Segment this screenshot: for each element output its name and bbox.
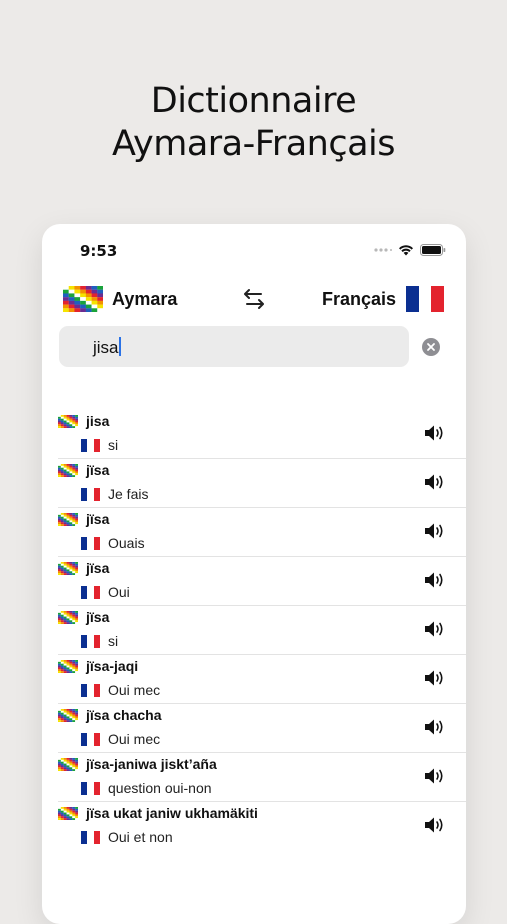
french-translation: Ouais (108, 535, 145, 551)
speaker-icon[interactable] (424, 571, 446, 589)
speaker-icon[interactable] (424, 522, 446, 540)
wiphala-flag-icon (58, 708, 78, 722)
text-caret (118, 337, 121, 356)
result-row[interactable]: jïsa ukat janiw ukhamäkiti Oui et non (58, 802, 466, 850)
french-entry: si (81, 437, 118, 453)
french-translation: Oui et non (108, 829, 173, 845)
headline-line-2: Aymara-Français (111, 124, 396, 164)
status-bar: 9:53 (42, 242, 466, 262)
french-flag-icon (81, 830, 100, 844)
search-input[interactable]: jisa (59, 326, 409, 367)
french-entry: Je fais (81, 486, 148, 502)
aymara-entry: jïsa ukat janiw ukhamäkiti (58, 805, 258, 821)
speaker-icon[interactable] (424, 473, 446, 491)
result-row[interactable]: jïsa Je fais (58, 459, 466, 508)
wiphala-flag-icon (58, 806, 78, 820)
speaker-icon[interactable] (424, 816, 446, 834)
aymara-entry: jïsa (58, 462, 109, 478)
language-bar: Aymara Français (42, 284, 466, 316)
speaker-icon[interactable] (424, 718, 446, 736)
french-flag-icon (81, 487, 100, 501)
french-translation: Oui mec (108, 682, 161, 698)
wiphala-flag-icon (58, 463, 78, 477)
aymara-entry: jisa (58, 413, 109, 429)
aymara-word: jïsa (86, 609, 110, 625)
signal-dots-icon (374, 248, 392, 252)
result-row[interactable]: jïsa chacha Oui mec (58, 704, 466, 753)
french-flag-icon (81, 732, 100, 746)
status-icons (374, 244, 446, 256)
french-entry: question oui-non (81, 780, 212, 796)
aymara-word: jïsa chacha (86, 707, 162, 723)
french-translation: Oui mec (108, 731, 161, 747)
result-row[interactable]: jïsa-jaqi Oui mec (58, 655, 466, 704)
target-language-label[interactable]: Français (322, 289, 396, 310)
aymara-entry: jïsa (58, 609, 109, 625)
french-flag-icon (81, 634, 100, 648)
french-flag-icon (81, 585, 100, 599)
aymara-entry: jïsa-jaqi (58, 658, 138, 674)
french-flag-icon (81, 683, 100, 697)
aymara-entry: jïsa (58, 511, 109, 527)
french-flag-icon[interactable] (406, 286, 445, 312)
aymara-entry: jïsa (58, 560, 109, 576)
aymara-word: jïsa (86, 462, 110, 478)
phone-screen: 9:53 Aymara Français jisa jisa si jïsa J… (42, 224, 466, 924)
aymara-word: jïsa-jaqi (86, 658, 139, 674)
app-headline: Dictionnaire Aymara-Français (0, 80, 507, 166)
battery-icon (420, 244, 446, 256)
wiphala-flag-icon (58, 512, 78, 526)
french-translation: question oui-non (108, 780, 212, 796)
results-list: jisa si jïsa Je fais jïsa Ouais jïsa Oui… (42, 410, 466, 850)
french-translation: Oui (108, 584, 130, 600)
french-entry: si (81, 633, 118, 649)
aymara-word: jïsa (86, 560, 110, 576)
speaker-icon[interactable] (424, 669, 446, 687)
result-row[interactable]: jisa si (58, 410, 466, 459)
speaker-icon[interactable] (424, 767, 446, 785)
result-row[interactable]: jïsa Ouais (58, 508, 466, 557)
french-entry: Oui (81, 584, 130, 600)
aymara-entry: jïsa-janiwa jiskt’aña (58, 756, 217, 772)
wiphala-flag-icon (58, 610, 78, 624)
french-translation: si (108, 437, 119, 453)
source-language-label[interactable]: Aymara (112, 289, 177, 310)
french-entry: Oui mec (81, 682, 160, 698)
french-translation: si (108, 633, 119, 649)
french-flag-icon (81, 536, 100, 550)
wifi-icon (399, 245, 413, 256)
aymara-word: jïsa ukat janiw ukhamäkiti (86, 805, 258, 821)
status-time: 9:53 (80, 242, 118, 260)
aymara-word: jïsa-janiwa jiskt’aña (86, 756, 217, 772)
french-entry: Ouais (81, 535, 145, 551)
aymara-word: jïsa (86, 511, 110, 527)
french-flag-icon (81, 438, 100, 452)
headline-line-1: Dictionnaire (150, 81, 357, 121)
search-input-value: jisa (93, 337, 121, 357)
aymara-entry: jïsa chacha (58, 707, 162, 723)
wiphala-flag-icon (58, 414, 78, 428)
swap-arrows-icon[interactable] (242, 287, 266, 311)
wiphala-flag-icon (58, 659, 78, 673)
result-row[interactable]: jïsa-janiwa jiskt’aña question oui-non (58, 753, 466, 802)
wiphala-flag-icon[interactable] (63, 286, 103, 312)
clear-circle-icon[interactable] (422, 338, 440, 356)
result-row[interactable]: jïsa si (58, 606, 466, 655)
french-translation: Je fais (108, 486, 149, 502)
speaker-icon[interactable] (424, 620, 446, 638)
french-flag-icon (81, 781, 100, 795)
wiphala-flag-icon (58, 561, 78, 575)
aymara-word: jisa (86, 413, 110, 429)
french-entry: Oui et non (81, 829, 173, 845)
french-entry: Oui mec (81, 731, 160, 747)
result-row[interactable]: jïsa Oui (58, 557, 466, 606)
speaker-icon[interactable] (424, 424, 446, 442)
wiphala-flag-icon (58, 757, 78, 771)
